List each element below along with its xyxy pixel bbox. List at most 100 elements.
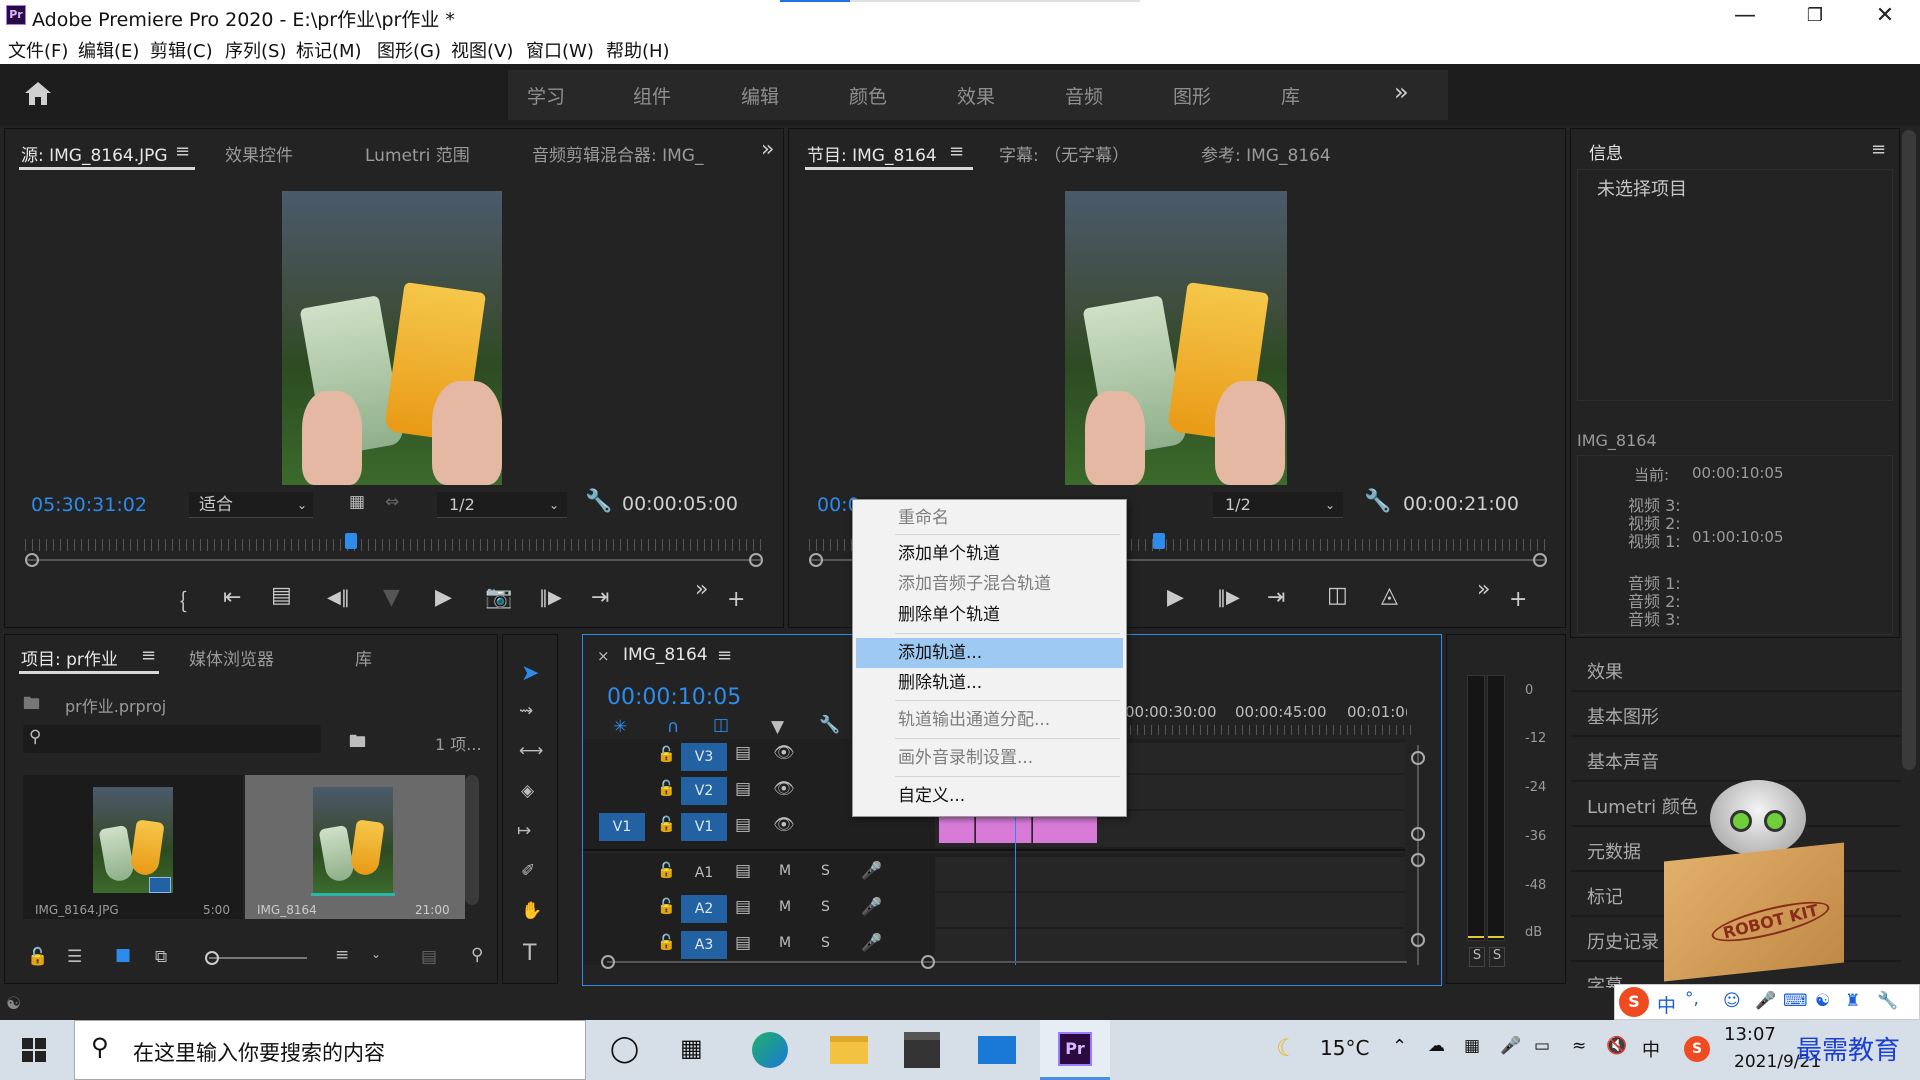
step-back-icon[interactable]: ◀‖ [327,587,350,608]
add-button-icon[interactable]: + [1509,587,1527,612]
track-target-a2[interactable]: A2 [681,895,727,923]
source-scroll-start[interactable] [25,553,39,567]
tab-captions[interactable]: 字幕: （无字幕） [999,141,1129,166]
go-to-in-icon[interactable]: ⇤ [223,585,241,610]
menu-item-customize[interactable]: 自定义... [856,781,1123,811]
a1-track-lane[interactable] [935,857,1405,891]
button-editor-more-icon[interactable]: » [1477,577,1490,602]
ime-indicator[interactable]: 中 [1642,1036,1660,1062]
timeline-timecode[interactable]: 00:00:10:05 [607,685,741,710]
scroll-handle[interactable] [601,955,615,969]
eye-icon[interactable]: 👁 [773,779,795,799]
play-icon[interactable]: ▶ [435,585,452,610]
timeline-sequence-tab[interactable]: IMG_8164 [623,645,708,665]
slip-icon[interactable]: ↦ [517,821,531,841]
tab-libraries[interactable]: 库 [355,645,372,670]
right-scrollbar[interactable] [1902,130,1916,770]
program-scroll-start[interactable] [809,553,823,567]
scroll-handle[interactable] [1411,751,1425,765]
find-icon[interactable]: ⚲ [471,945,483,965]
source-time-ruler[interactable] [25,539,765,551]
video-clip[interactable] [939,817,975,843]
panel-metadata[interactable]: 元数据 [1587,838,1641,864]
step-forward-icon[interactable]: ‖▶ [1217,587,1240,608]
lock-icon[interactable]: 🔓 [657,745,676,763]
mic-icon[interactable]: 🎤 [861,897,882,917]
tab-reference[interactable]: 参考: IMG_8164 [1201,141,1331,166]
track-target-v2[interactable]: V2 [681,777,727,805]
program-scroll-end[interactable] [1533,553,1547,567]
solo-button[interactable]: S [821,863,830,879]
hand-icon[interactable]: ✋ [521,901,542,921]
menu-graphics[interactable]: 图形(G) [377,37,441,63]
linked-selection-icon[interactable]: ◫ [713,715,729,735]
track-target-a3[interactable]: A3 [681,931,727,959]
marker-icon[interactable]: ▼ [383,585,400,610]
workspace-effects[interactable]: 效果 [957,82,995,109]
wrench-icon[interactable]: 🔧 [1364,489,1391,514]
eye-icon[interactable]: 👁 [773,815,795,835]
mark-in-icon[interactable]: ｛ [165,585,187,617]
lock-icon[interactable]: 🔓 [657,815,676,833]
tab-media-browser[interactable]: 媒体浏览器 [189,645,274,670]
device-icon[interactable]: ▦ [1464,1036,1480,1056]
tab-source[interactable]: 源: IMG_8164.JPG [21,141,168,166]
scroll-handle[interactable] [1411,853,1425,867]
mic-icon[interactable]: 🎤 [861,933,882,953]
track-target-v3[interactable]: V3 [681,743,727,771]
project-tab-menu-icon[interactable]: ≡ [141,645,156,666]
workspace-editing[interactable]: 编辑 [741,82,779,109]
insert-icon[interactable]: ▤ [271,583,292,608]
lock-icon[interactable]: 🔓 [657,933,676,951]
source-patch-v1[interactable]: V1 [599,813,645,841]
home-icon[interactable] [24,80,52,106]
overwrite-icon[interactable]: ⇥ [591,585,609,610]
sync-icon[interactable]: ▤ [735,933,751,953]
project-item[interactable]: IMG_8164.JPG 5:00 [23,775,243,919]
safe-margins-icon[interactable]: ▦ [349,492,365,512]
menu-window[interactable]: 窗口(W) [526,37,594,63]
track-select-icon[interactable]: ⇝ [519,701,533,721]
clock-time[interactable]: 13:07 [1724,1024,1776,1045]
program-tab-menu-icon[interactable]: ≡ [949,141,964,162]
weather-moon-icon[interactable]: ☾ [1276,1034,1298,1062]
mute-button[interactable]: M [779,863,791,879]
workspace-color[interactable]: 颜色 [849,82,887,109]
panel-markers[interactable]: 标记 [1587,883,1623,909]
panel-essential-graphics[interactable]: 基本图形 [1587,703,1659,729]
restore-icon[interactable]: ❐ [1780,0,1850,34]
drag-video-icon[interactable]: ⇔ [385,492,399,512]
program-playhead[interactable] [1153,533,1165,549]
ime-language[interactable]: 中 [1657,991,1676,1018]
type-icon[interactable]: T [523,941,536,966]
workspace-graphics[interactable]: 图形 [1173,82,1211,109]
menu-file[interactable]: 文件(F) [8,37,68,63]
tab-program[interactable]: 节目: IMG_8164 [807,141,937,166]
ime-punctuation[interactable]: °, [1685,989,1699,1009]
task-view-icon[interactable]: ▦ [680,1034,703,1062]
menu-item-add-single-track[interactable]: 添加单个轨道 [856,539,1123,569]
timeline-tab-menu-icon[interactable]: ≡ [717,645,732,666]
source-playhead[interactable] [344,533,357,549]
a2-track-lane[interactable] [935,893,1405,927]
tab-audio-clip-mixer[interactable]: 音频剪辑混合器: IMG_ [532,141,704,166]
project-item[interactable]: IMG_8164 21:00 [245,775,465,919]
sync-icon[interactable]: ▤ [735,815,751,835]
emoji-icon[interactable]: ☺ [1723,991,1741,1011]
timeline-time-ruler[interactable] [1123,725,1411,735]
a3-track-lane[interactable] [935,929,1405,963]
mute-button[interactable]: M [779,935,791,951]
go-to-out-icon[interactable]: ⇥ [1267,585,1285,610]
mute-button[interactable]: M [779,899,791,915]
lift-icon[interactable]: ◫ [1327,583,1348,608]
premiere-taskbar-button[interactable]: Pr [1040,1020,1110,1080]
snap-icon[interactable]: ∩ [667,717,679,737]
lock-icon[interactable]: 🔓 [657,779,676,797]
source-tab-menu-icon[interactable]: ≡ [175,141,190,162]
source-scroll-end[interactable] [749,553,763,567]
track-target-a1[interactable]: A1 [681,859,727,887]
add-marker-icon[interactable]: ▼ [771,717,784,737]
onedrive-icon[interactable]: ☁ [1428,1036,1445,1056]
scroll-handle[interactable] [921,955,935,969]
step-forward-icon[interactable]: ‖▶ [539,587,562,608]
